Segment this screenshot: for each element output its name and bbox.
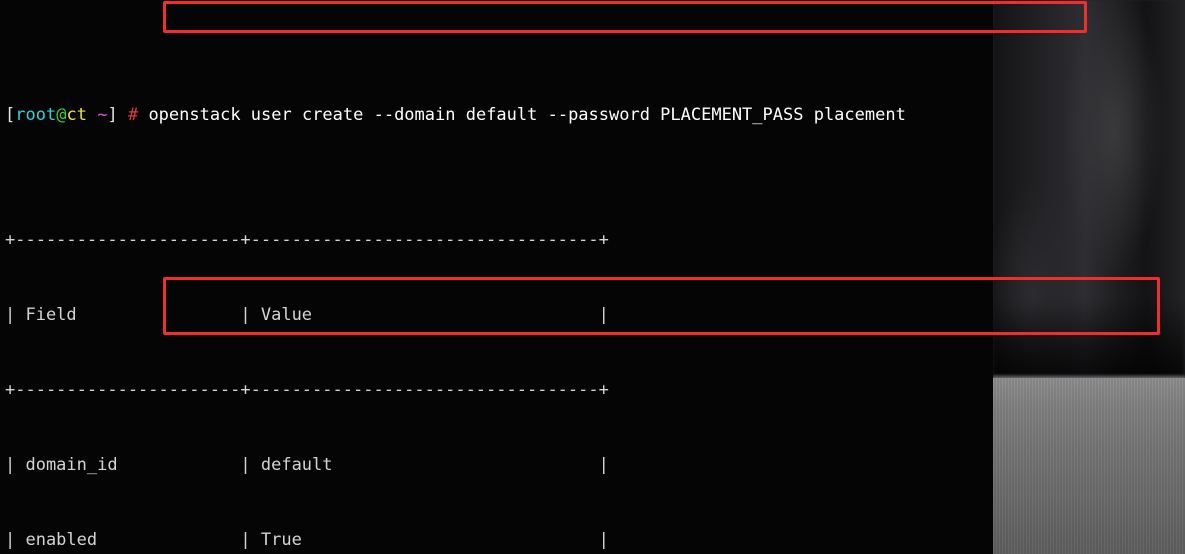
table-1-header-separator: +----------------------+----------------… [5,380,609,400]
prompt-host: ct [66,105,87,125]
prompt-open-bracket: [ [5,105,16,125]
prompt-close-bracket: ] [107,105,118,125]
prompt-cwd: ~ [97,105,108,125]
backdrop-wall-shadow [993,300,1185,378]
terminal-window[interactable]: [root@ct ~] # openstack user create --do… [0,0,993,554]
command-line-1[interactable]: [root@ct ~] # openstack user create --do… [5,103,993,128]
table-1-top-border: +----------------------+----------------… [5,230,609,250]
table-row: | enabled | True | [5,530,609,550]
prompt-space-1 [87,105,97,125]
table-1-header-row: | Field | Value | [5,305,609,325]
prompt-user: root [15,105,57,125]
prompt-space-2 [118,105,128,125]
command-space-1 [138,105,148,125]
prompt-hash-symbol: # [127,105,139,125]
terminal-screen[interactable]: [root@ct ~] # openstack user create --do… [5,3,993,554]
command-text-1: openstack user create --domain default -… [148,105,906,125]
backdrop-desk-surface [993,378,1185,554]
prompt-at-icon: @ [56,105,67,125]
table-row: | domain_id | default | [5,455,609,475]
